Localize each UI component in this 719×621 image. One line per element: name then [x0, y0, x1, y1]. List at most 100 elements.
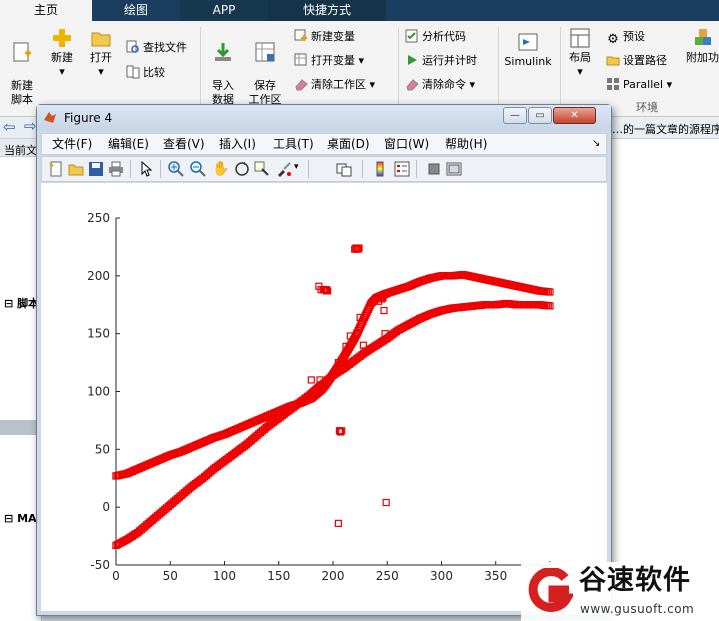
import-arrow-icon	[215, 43, 231, 61]
legend-icon[interactable]	[394, 161, 410, 177]
x-tick-label: 0	[112, 569, 120, 583]
ribbon-separator	[398, 27, 399, 111]
data-cursor-icon[interactable]	[254, 161, 270, 177]
tab-apps[interactable]: APP	[180, 0, 268, 21]
menu-edit[interactable]: 编辑(E)	[108, 137, 149, 151]
rotate-3d-icon[interactable]	[234, 161, 250, 177]
open-file-icon[interactable]	[68, 161, 84, 177]
print-icon[interactable]	[108, 161, 124, 177]
ribbon-separator	[200, 27, 201, 111]
menu-view[interactable]: 查看(V)	[163, 137, 205, 151]
new-figure-icon[interactable]	[48, 161, 64, 177]
chevron-down-icon[interactable]: ▾	[294, 162, 299, 172]
watermark-brand-text: 谷速软件	[579, 565, 691, 596]
tab-home[interactable]: 主页	[0, 0, 92, 21]
run-time-icon	[408, 55, 417, 65]
menu-file[interactable]: 文件(F)	[52, 137, 92, 151]
minimize-button[interactable]: —	[503, 107, 527, 124]
collapse-icon: ⊟	[4, 297, 14, 310]
set-path-button[interactable]: 设置路径	[606, 53, 667, 69]
pan-hand-icon[interactable]: ✋	[212, 161, 229, 177]
colorbar-icon[interactable]	[372, 161, 388, 177]
brush-icon[interactable]	[276, 161, 292, 177]
editor-area	[612, 139, 719, 621]
new-button[interactable]: 新建 ▾	[46, 27, 78, 79]
y-tick-label: 200	[87, 269, 110, 283]
x-tick-label: 200	[322, 569, 345, 583]
folder-icon	[606, 56, 620, 66]
simulink-icon	[518, 33, 538, 51]
menu-help[interactable]: 帮助(H)	[445, 137, 487, 151]
menu-tools[interactable]: 工具(T)	[273, 137, 314, 151]
parallel-icon	[607, 78, 619, 90]
open-variable-button[interactable]: 打开变量 ▾	[294, 53, 364, 69]
maximize-button[interactable]: ▭	[528, 107, 552, 124]
maximize-icon: ▭	[535, 110, 545, 121]
y-tick-label: 100	[87, 385, 110, 399]
dock-arrow-icon[interactable]: ↘	[592, 137, 600, 151]
menu-window[interactable]: 窗口(W)	[384, 137, 429, 151]
find-files-button[interactable]: 查找文件	[126, 40, 187, 56]
folder-icon	[91, 32, 111, 47]
clear-workspace-button[interactable]: 清除工作区 ▾	[294, 77, 375, 93]
save-icon[interactable]	[88, 161, 104, 177]
find-files-icon	[126, 40, 139, 53]
new-script-button[interactable]: 新建 脚本	[4, 27, 40, 107]
run-and-time-label: 运行并计时	[422, 54, 477, 67]
chevron-down-icon: ▾	[469, 78, 476, 91]
simulink-label: Simulink	[504, 55, 552, 68]
clear-commands-button[interactable]: 清除命令 ▾	[405, 77, 475, 93]
figure-toolbar: ✋ ▾	[41, 156, 607, 182]
preferences-label: 预设	[623, 30, 645, 43]
scatter-chart[interactable]: 050100150200250300350400-500501001502002…	[41, 183, 607, 611]
plot-canvas[interactable]: 050100150200250300350400-500501001502002…	[41, 183, 607, 611]
run-and-time-button[interactable]: 运行并计时	[405, 53, 477, 69]
new-variable-button[interactable]: 新建变量	[294, 29, 355, 45]
import-data-label: 导入 数据	[212, 79, 234, 106]
layout-label: 布局	[569, 51, 591, 64]
save-workspace-button[interactable]: 保存 工作区	[245, 27, 285, 107]
watermark-url-text: www.gusuoft.com	[580, 602, 695, 616]
figure-window: Figure 4 — ▭ ✕ 文件(F) 编辑(E) 查看(V) 插入(I) 工…	[36, 104, 612, 616]
addons-button[interactable]: 附加功	[686, 27, 719, 65]
save-workspace-label: 保存 工作区	[248, 79, 282, 106]
show-plot-tools-icon[interactable]	[446, 161, 462, 177]
zoom-out-icon[interactable]	[190, 161, 206, 177]
layout-button[interactable]: 布局 ▾	[564, 27, 596, 79]
address-path-text[interactable]: …的一篇文章的源程序	[612, 121, 719, 137]
toolbar-separator	[362, 160, 363, 178]
pointer-icon[interactable]	[138, 161, 154, 177]
chevron-down-icon: ▾	[577, 65, 583, 78]
compare-button[interactable]: 比较	[126, 65, 165, 81]
hide-plot-tools-icon[interactable]	[426, 161, 442, 177]
import-data-button[interactable]: 导入 数据	[206, 27, 240, 107]
back-arrow-icon[interactable]: ⇦	[3, 119, 16, 135]
figure-menubar: 文件(F) 编辑(E) 查看(V) 插入(I) 工具(T) 桌面(D) 窗口(W…	[41, 133, 607, 155]
tab-shortcuts[interactable]: 快捷方式	[268, 0, 386, 21]
close-button[interactable]: ✕	[553, 107, 596, 124]
link-plot-icon[interactable]	[336, 161, 352, 177]
tab-plots[interactable]: 绘图	[92, 0, 180, 21]
addons-label: 附加功	[686, 51, 719, 64]
figure-title: Figure 4	[64, 111, 113, 125]
menu-insert[interactable]: 插入(I)	[219, 137, 256, 151]
y-tick-label: -50	[90, 558, 110, 572]
ma-section[interactable]: ⊟ MA	[4, 512, 37, 525]
simulink-button[interactable]: Simulink	[502, 31, 554, 69]
forward-arrow-icon[interactable]: ⇨	[24, 118, 37, 134]
toolstrip-tabbar: 主页 绘图 APP 快捷方式	[0, 0, 719, 21]
parallel-button[interactable]: Parallel ▾	[606, 77, 672, 93]
zoom-in-icon[interactable]	[168, 161, 184, 177]
toolbar-separator	[308, 160, 309, 178]
workspace-save-icon	[255, 42, 275, 62]
ribbon-separator	[560, 27, 561, 111]
layout-icon	[570, 28, 590, 48]
figure-titlebar[interactable]: Figure 4 — ▭ ✕	[37, 105, 611, 131]
script-section[interactable]: ⊟ 脚本	[4, 295, 39, 311]
menu-desktop[interactable]: 桌面(D)	[327, 137, 370, 151]
open-button[interactable]: 打开 ▾	[84, 27, 118, 79]
analyze-code-button[interactable]: 分析代码	[405, 29, 466, 45]
y-tick-label: 0	[102, 500, 110, 514]
set-path-label: 设置路径	[623, 54, 667, 67]
preferences-button[interactable]: ⚙ 预设	[606, 29, 645, 47]
